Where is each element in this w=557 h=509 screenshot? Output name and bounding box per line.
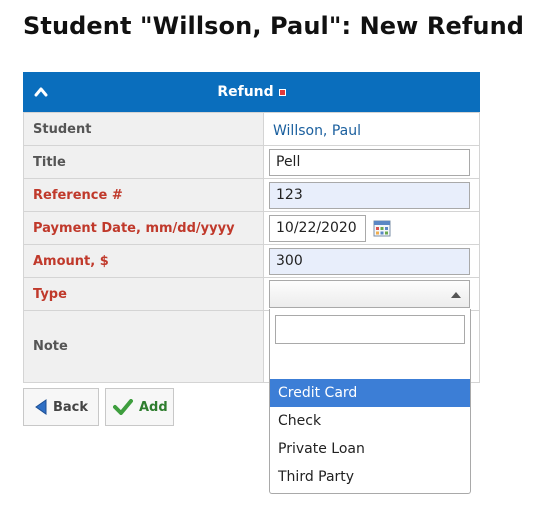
dropdown-option-credit-card[interactable]: Credit Card [270, 379, 470, 407]
add-button-label: Add [139, 399, 168, 415]
amount-label: Amount, $ [23, 244, 264, 278]
panel-header: Refund [23, 72, 480, 112]
form-row-amount: Amount, $ [23, 244, 480, 278]
student-label: Student [23, 112, 264, 146]
form-row-type: Type [23, 277, 480, 311]
dropdown-option-check[interactable]: Check [270, 407, 470, 435]
dropdown-option-private-loan[interactable]: Private Loan [270, 435, 470, 463]
title-input[interactable] [269, 148, 470, 176]
checkmark-icon [113, 399, 133, 415]
payment-date-input[interactable] [269, 214, 366, 242]
reference-input[interactable] [269, 181, 470, 209]
page-title: Student "Willson, Paul": New Refund [23, 12, 525, 40]
note-label: Note [23, 310, 264, 383]
title-cell [263, 145, 480, 179]
back-button[interactable]: Back [23, 388, 99, 426]
arrow-left-icon [35, 399, 47, 415]
reference-cell [263, 178, 480, 212]
back-button-label: Back [53, 399, 89, 415]
form-row-student: Student Willson, Paul [23, 112, 480, 146]
add-button[interactable]: Add [105, 388, 174, 426]
type-dropdown: Credit Card Check Private Loan Third Par… [269, 309, 471, 494]
payment-date-wrap [269, 214, 479, 242]
dropdown-search-input[interactable] [275, 315, 465, 344]
type-select[interactable] [269, 280, 470, 308]
type-cell [263, 277, 480, 311]
payment-date-cell [263, 211, 480, 245]
reference-label: Reference # [23, 178, 264, 212]
amount-input[interactable] [269, 247, 470, 275]
calendar-icon[interactable] [373, 219, 391, 237]
form-row-reference: Reference # [23, 178, 480, 212]
form-row-title: Title [23, 145, 480, 179]
dropdown-options: Credit Card Check Private Loan Third Par… [270, 379, 470, 491]
title-label: Title [23, 145, 264, 179]
type-label: Type [23, 277, 264, 311]
required-indicator [278, 88, 286, 96]
panel-title: Refund [217, 84, 274, 100]
student-cell: Willson, Paul [263, 112, 480, 146]
student-link[interactable]: Willson, Paul [269, 123, 361, 139]
amount-cell [263, 244, 480, 278]
payment-date-label: Payment Date, mm/dd/yyyy [23, 211, 264, 245]
dropdown-option-third-party[interactable]: Third Party [270, 463, 470, 491]
triangle-up-icon [451, 292, 461, 298]
form-row-payment-date: Payment Date, mm/dd/yyyy [23, 211, 480, 245]
chevron-up-icon[interactable] [33, 84, 49, 100]
